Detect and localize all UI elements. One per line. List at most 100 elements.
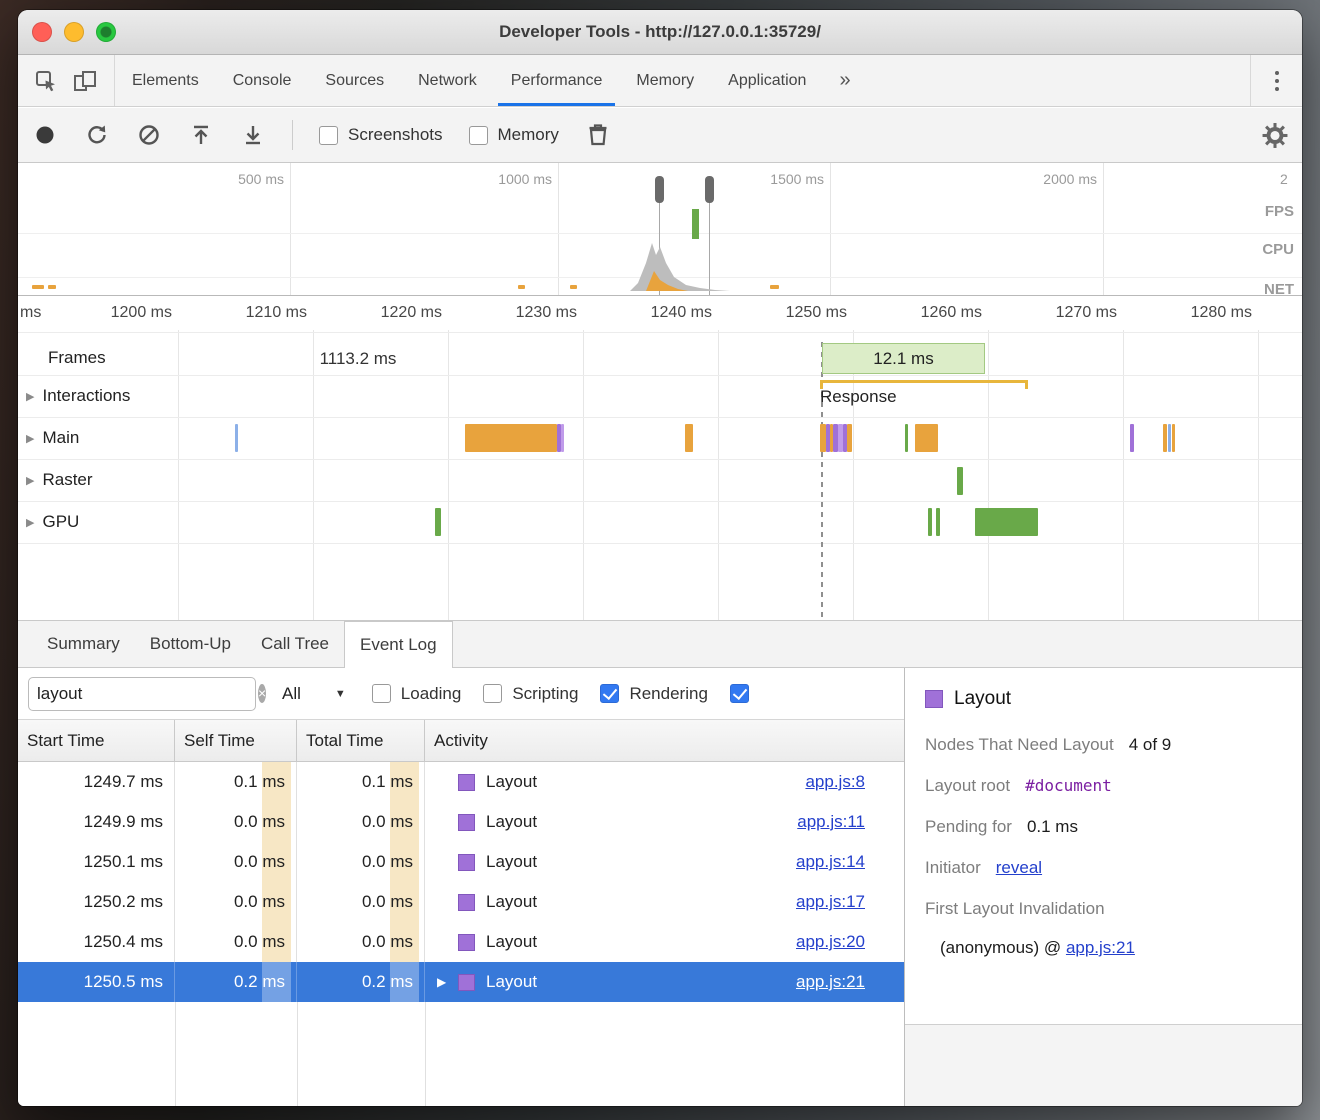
layout-root-node[interactable]: #document	[1025, 776, 1112, 795]
source-link[interactable]: app.js:11	[797, 802, 865, 842]
event-row[interactable]: 1249.7 ms 0.1 ms 0.1 ms ▶ Layout app.js:…	[18, 762, 904, 802]
source-link[interactable]: app.js:8	[805, 762, 865, 802]
activity-cell: ▶ Layout app.js:8	[425, 762, 904, 802]
details-field: Initiator reveal	[925, 847, 1302, 888]
flame-event-bar[interactable]	[905, 424, 908, 452]
activity-name: Layout	[486, 842, 537, 882]
ruler-tick: 1230 ms	[501, 304, 577, 322]
flame-event-bar[interactable]	[975, 508, 1038, 536]
record-button[interactable]	[32, 122, 58, 148]
tab-sources[interactable]: Sources	[308, 55, 401, 106]
ruler-tick: 1260 ms	[906, 304, 982, 322]
event-type-swatch	[458, 934, 475, 951]
reload-icon	[85, 123, 109, 147]
tab-application[interactable]: Application	[711, 55, 823, 106]
flame-event-bar[interactable]	[936, 508, 940, 536]
loading-checkbox[interactable]	[372, 684, 391, 703]
flame-event-bar[interactable]	[465, 424, 557, 452]
tab-summary[interactable]: Summary	[32, 621, 135, 667]
source-link[interactable]: app.js:14	[796, 842, 865, 882]
tab-elements[interactable]: Elements	[115, 55, 216, 106]
event-row[interactable]: 1250.2 ms 0.0 ms 0.0 ms ▶ Layout app.js:…	[18, 882, 904, 922]
window-title: Developer Tools - http://127.0.0.1:35729…	[499, 22, 821, 42]
tab-bottom-up[interactable]: Bottom-Up	[135, 621, 246, 667]
overview-gridline	[830, 163, 831, 295]
disclosure-icon[interactable]: ▶	[437, 962, 458, 1002]
flame-event-bar[interactable]	[1163, 424, 1167, 452]
flame-event-bar[interactable]	[957, 467, 963, 495]
device-toolbar-icon[interactable]	[72, 69, 98, 93]
selected-frame-duration: 12.1 ms	[873, 349, 933, 369]
gear-icon	[1262, 122, 1288, 149]
overview-tick: 1000 ms	[468, 171, 552, 187]
scripting-checkbox[interactable]	[483, 684, 502, 703]
flame-event-bar[interactable]	[928, 508, 932, 536]
timeline-detail[interactable]: ms 1200 ms 1210 ms 1220 ms 1230 ms 1240 …	[18, 297, 1302, 621]
tab-network[interactable]: Network	[401, 55, 494, 106]
event-row[interactable]: 1250.4 ms 0.0 ms 0.0 ms ▶ Layout app.js:…	[18, 922, 904, 962]
column-header-start-time[interactable]: Start Time	[18, 720, 175, 761]
tab-console[interactable]: Console	[216, 55, 309, 106]
interactions-row-label[interactable]: ▶Interactions	[26, 386, 130, 406]
tab-call-tree[interactable]: Call Tree	[246, 621, 344, 667]
garbage-collect-button[interactable]	[585, 122, 611, 148]
rendering-checkbox[interactable]	[600, 684, 619, 703]
title-bar[interactable]: Developer Tools - http://127.0.0.1:35729…	[18, 10, 1302, 55]
event-row[interactable]: 1250.1 ms 0.0 ms 0.0 ms ▶ Layout app.js:…	[18, 842, 904, 882]
scripting-option: Scripting	[483, 684, 578, 704]
tab-memory[interactable]: Memory	[619, 55, 711, 106]
desktop: { "colors": { "scripting": "#e8a33d", "r…	[0, 0, 1320, 1120]
ruler-tick-clipped: ms	[20, 304, 41, 322]
column-header-activity[interactable]: Activity	[425, 720, 904, 761]
load-profile-button[interactable]	[188, 122, 214, 148]
devtools-menu-button[interactable]	[1250, 55, 1302, 106]
stack-location-link[interactable]: app.js:21	[1066, 938, 1135, 957]
flame-event-bar[interactable]	[1130, 424, 1134, 452]
column-header-self-time[interactable]: Self Time	[175, 720, 297, 761]
cpu-lane-label: CPU	[1262, 241, 1294, 258]
column-header-total-time[interactable]: Total Time	[297, 720, 425, 761]
chevron-right-icon[interactable]: ▶	[26, 390, 34, 403]
inspect-element-icon[interactable]	[34, 69, 58, 93]
settings-button[interactable]	[1262, 122, 1288, 148]
tab-performance[interactable]: Performance	[494, 55, 620, 106]
source-link[interactable]: app.js:20	[796, 922, 865, 962]
close-button[interactable]	[32, 22, 52, 42]
event-row[interactable]: 1250.5 ms 0.2 ms 0.2 ms ▶ Layout app.js:…	[18, 962, 904, 1002]
selection-right-handle[interactable]	[705, 176, 714, 203]
event-type-swatch	[458, 974, 475, 991]
selection-left-handle[interactable]	[655, 176, 664, 203]
start-time-cell: 1250.4 ms	[18, 922, 175, 962]
selected-frame[interactable]: 12.1 ms	[822, 343, 985, 374]
flame-event-bar[interactable]	[915, 424, 938, 452]
filter-input[interactable]	[37, 684, 258, 704]
activity-name: Layout	[486, 882, 537, 922]
flame-event-bar[interactable]	[847, 424, 852, 452]
flame-event-bar[interactable]	[685, 424, 693, 452]
performance-toolbar: Screenshots Memory	[18, 108, 1302, 163]
flame-event-bar[interactable]	[561, 424, 564, 452]
duration-filter-select[interactable]: All ▼	[278, 684, 350, 704]
more-tabs-button[interactable]: »	[823, 55, 866, 106]
reload-button[interactable]	[84, 122, 110, 148]
tab-event-log[interactable]: Event Log	[344, 621, 453, 668]
clear-button[interactable]	[136, 122, 162, 148]
flame-event-bar[interactable]	[1172, 424, 1175, 452]
source-link[interactable]: app.js:21	[796, 962, 865, 1002]
timeline-overview[interactable]: 500 ms 1000 ms 1500 ms 2000 ms 2 FPS CPU…	[18, 163, 1302, 296]
memory-checkbox[interactable]	[469, 126, 488, 145]
painting-checkbox[interactable]	[730, 684, 749, 703]
flame-event-bar[interactable]	[435, 508, 441, 536]
flame-event-bar[interactable]	[235, 424, 238, 452]
screenshots-checkbox[interactable]	[319, 126, 338, 145]
minimize-button[interactable]	[64, 22, 84, 42]
rendering-option: Rendering	[600, 684, 707, 704]
clear-filter-button[interactable]: ×	[258, 684, 266, 703]
save-profile-button[interactable]	[240, 122, 266, 148]
zoom-button[interactable]	[96, 22, 116, 42]
row-separator	[18, 417, 1302, 418]
initiator-link[interactable]: reveal	[996, 858, 1042, 878]
event-row[interactable]: 1249.9 ms 0.0 ms 0.0 ms ▶ Layout app.js:…	[18, 802, 904, 842]
source-link[interactable]: app.js:17	[796, 882, 865, 922]
flame-event-bar[interactable]	[1168, 424, 1171, 452]
